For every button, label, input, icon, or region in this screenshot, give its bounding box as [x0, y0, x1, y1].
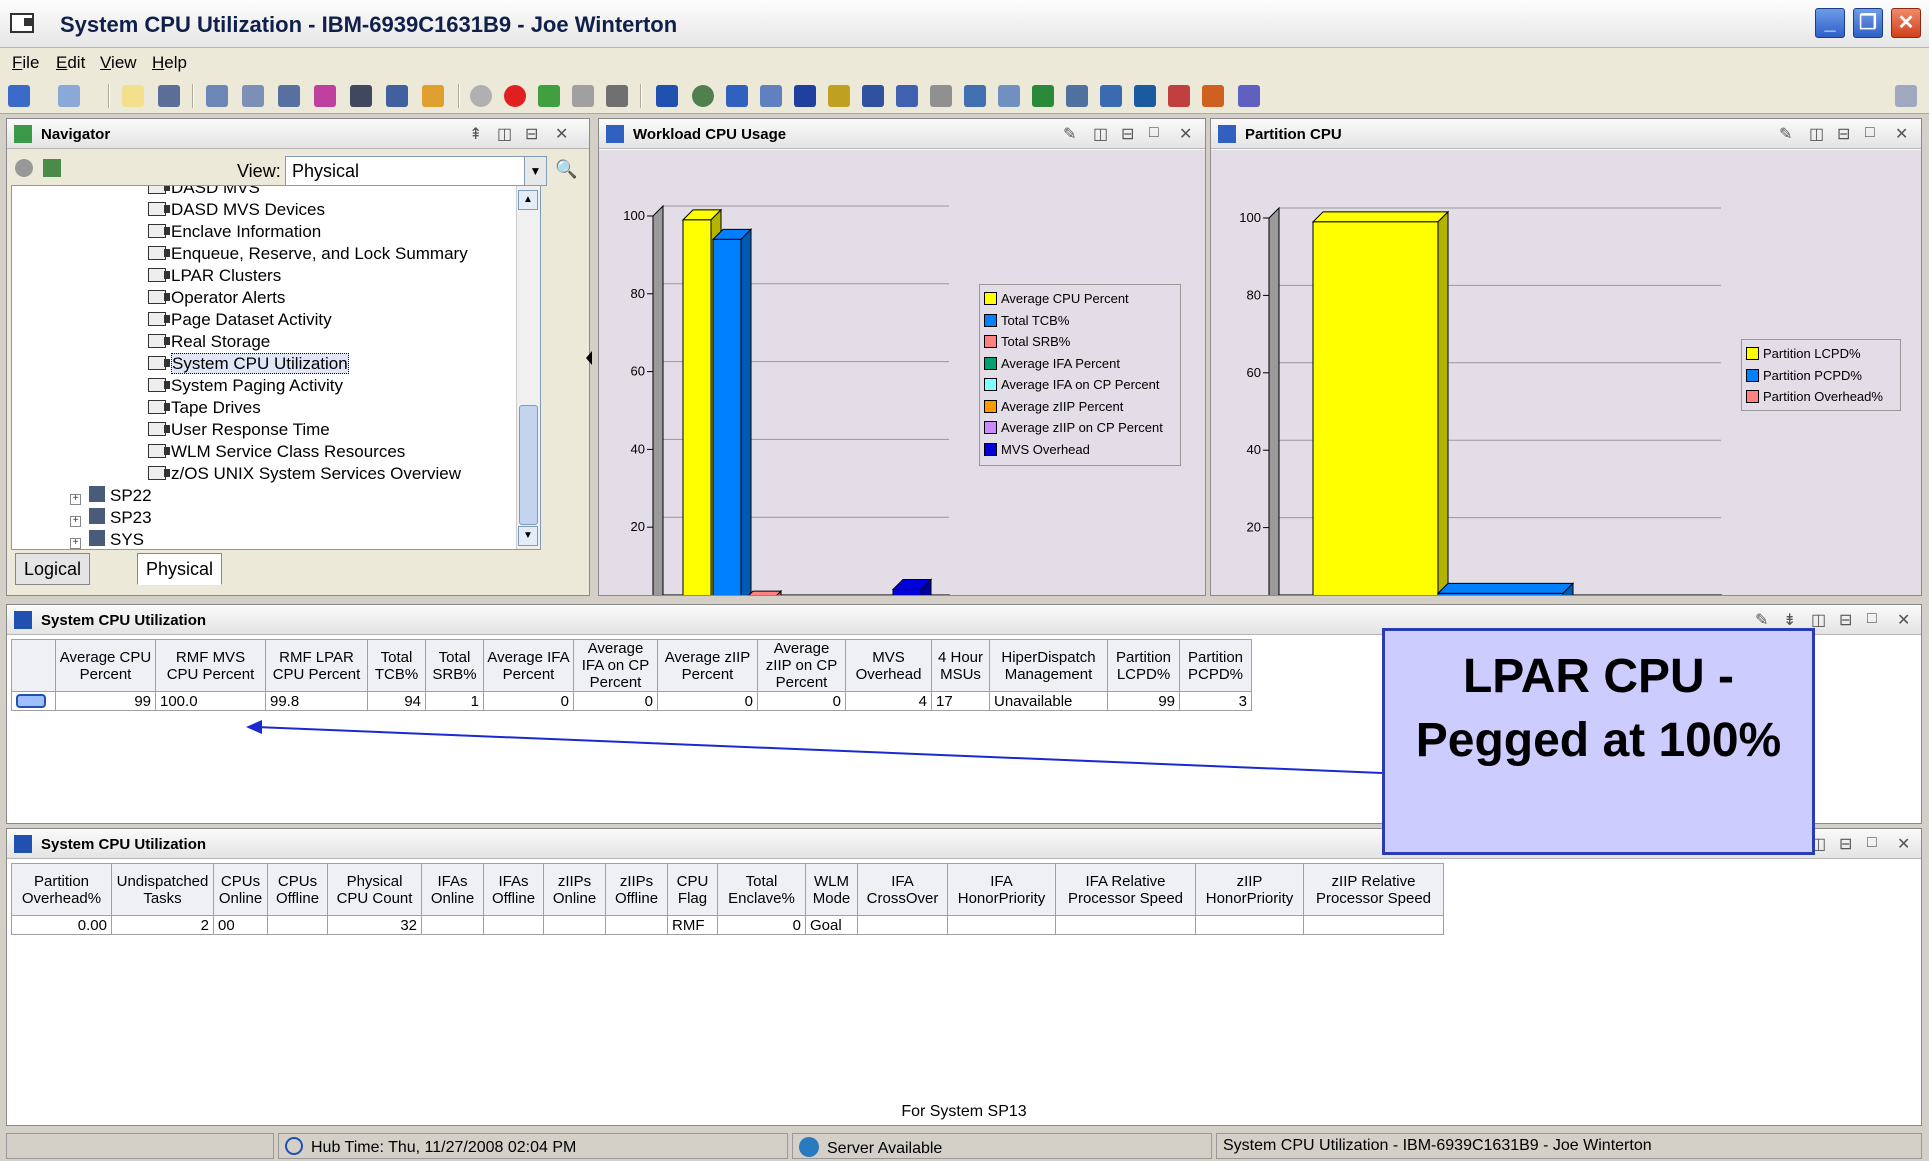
status-cell-empty: [6, 1133, 274, 1159]
server-globe-icon: [799, 1137, 819, 1157]
callout-arrow: [246, 720, 1383, 774]
status-bar: Hub Time: Thu, 11/27/2008 02:04 PM Serve…: [0, 1131, 1929, 1161]
status-workspace: System CPU Utilization - IBM-6939C1631B9…: [1216, 1133, 1922, 1159]
callout-box: LPAR CPU - Pegged at 100%: [1382, 628, 1815, 855]
status-hub-time: Hub Time: Thu, 11/27/2008 02:04 PM: [278, 1133, 788, 1159]
clock-icon: [285, 1137, 303, 1155]
status-server: Server Available: [792, 1133, 1212, 1159]
callout-text: LPAR CPU - Pegged at 100%: [1415, 650, 1782, 767]
